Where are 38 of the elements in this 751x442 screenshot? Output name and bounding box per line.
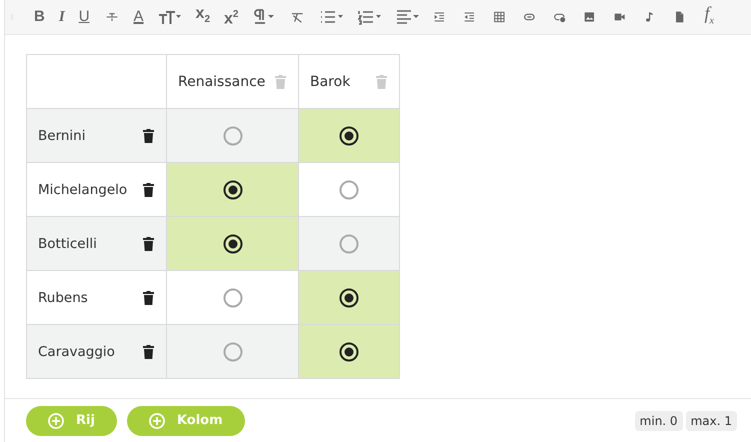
radio-button[interactable] bbox=[339, 288, 359, 308]
subscript-button[interactable]: x$_{2}$ bbox=[196, 6, 210, 28]
row-label: Caravaggio bbox=[38, 344, 115, 360]
trash-icon[interactable] bbox=[143, 344, 154, 358]
trash-icon[interactable] bbox=[143, 290, 154, 304]
row-label: Michelangelo bbox=[38, 182, 128, 198]
text-color-button[interactable]: A bbox=[134, 9, 144, 25]
limit-badge: max. 1 bbox=[686, 410, 737, 430]
bullet-list-icon[interactable] bbox=[320, 9, 344, 25]
radio-button[interactable] bbox=[222, 342, 242, 362]
paragraph-icon[interactable] bbox=[252, 9, 276, 25]
radio-button[interactable] bbox=[222, 288, 242, 308]
align-icon[interactable] bbox=[396, 9, 420, 25]
radio-button[interactable] bbox=[222, 234, 242, 254]
trash-icon[interactable] bbox=[143, 128, 154, 142]
radio-button[interactable] bbox=[339, 342, 359, 362]
radio-button[interactable] bbox=[222, 126, 242, 146]
italic-button[interactable]: I bbox=[58, 9, 65, 25]
underline-button[interactable]: U bbox=[78, 9, 90, 25]
plus-circle-icon bbox=[148, 412, 165, 428]
bold-button[interactable]: B bbox=[34, 9, 45, 25]
superscript-button[interactable]: x$^{2}$ bbox=[224, 6, 238, 28]
column-label: Renaissance bbox=[178, 74, 266, 90]
numbered-list-icon[interactable] bbox=[358, 9, 382, 25]
column-label: Barok bbox=[310, 74, 350, 90]
radio-button[interactable] bbox=[222, 180, 242, 200]
trash-icon[interactable] bbox=[143, 236, 154, 250]
limit-badge: min. 0 bbox=[634, 410, 683, 430]
row-label: Rubens bbox=[38, 290, 88, 306]
formula-button[interactable]: f$_{x}$ bbox=[704, 4, 714, 30]
row-label: Bernini bbox=[38, 128, 86, 144]
radio-button[interactable] bbox=[339, 126, 359, 146]
font-size-icon[interactable] bbox=[158, 9, 182, 25]
row-label: Botticelli bbox=[38, 236, 97, 252]
trash-icon[interactable] bbox=[143, 182, 154, 196]
radio-button[interactable] bbox=[339, 180, 359, 200]
plus-circle-icon bbox=[48, 412, 64, 428]
radio-button[interactable] bbox=[339, 234, 359, 254]
